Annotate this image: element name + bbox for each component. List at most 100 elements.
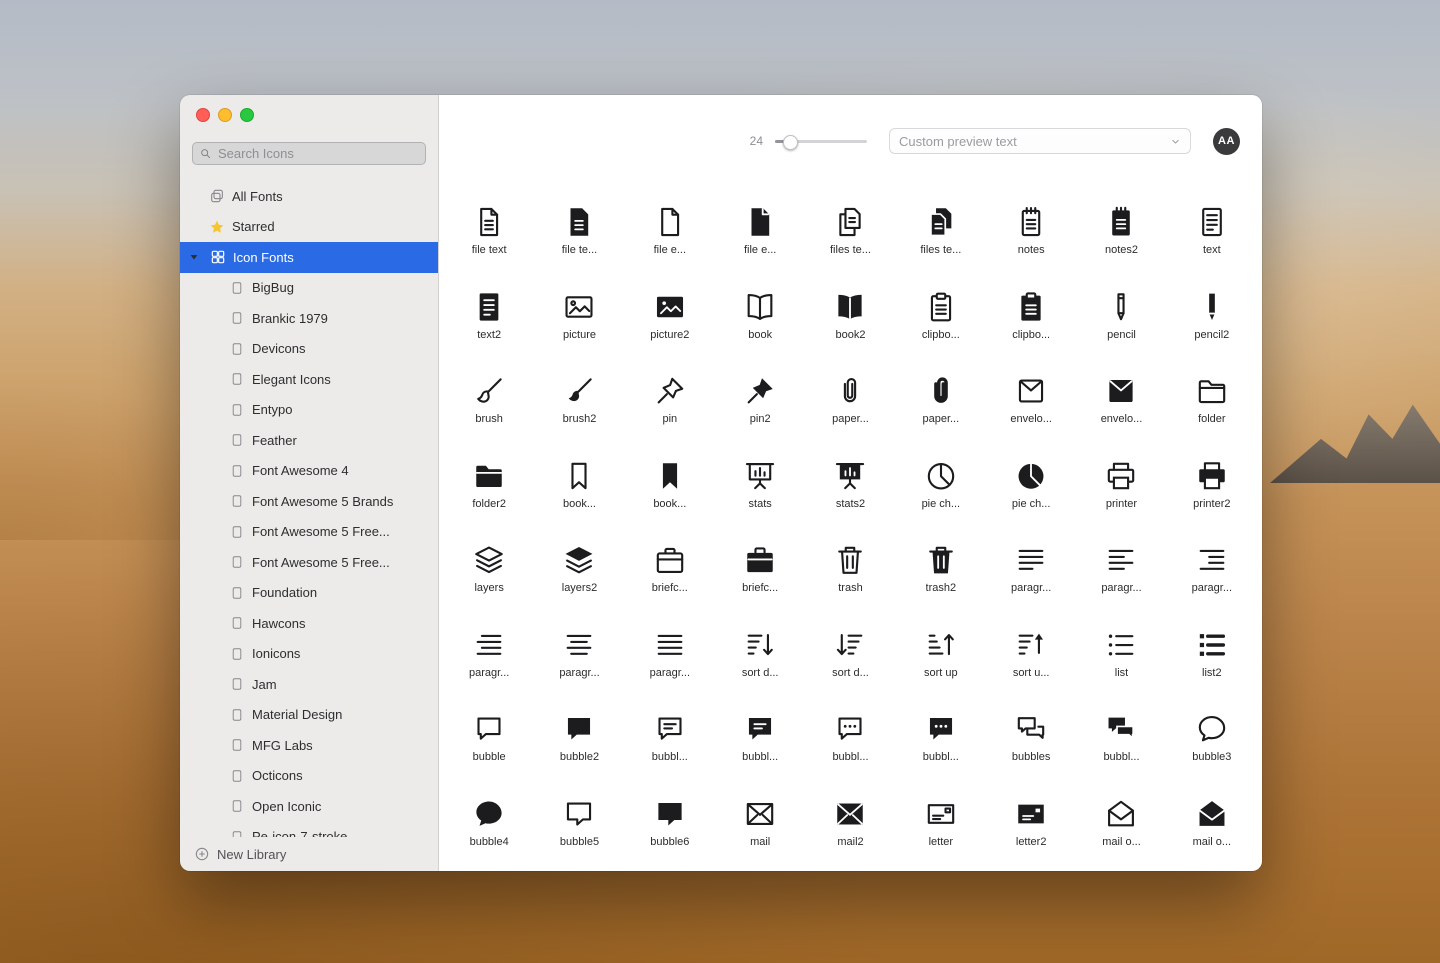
icon-cell-files-text-f[interactable]: files te... — [896, 195, 986, 280]
icon-cell-para-1[interactable]: paragr... — [986, 533, 1076, 618]
icon-cell-para-4[interactable]: paragr... — [444, 618, 534, 703]
minimize-window-button[interactable] — [218, 108, 232, 122]
preview-text-combo[interactable]: Custom preview text — [889, 128, 1191, 154]
search-input[interactable] — [216, 145, 419, 162]
new-library-button[interactable]: New Library — [180, 837, 438, 871]
icon-cell-para-2[interactable]: paragr... — [1076, 533, 1166, 618]
icon-cell-file[interactable]: file e... — [625, 195, 715, 280]
icon-cell-files-text[interactable]: files te... — [805, 195, 895, 280]
sidebar-font-item[interactable]: Octicons — [180, 761, 438, 792]
icon-cell-bubble-round-f[interactable]: bubble4 — [444, 787, 534, 872]
icon-cell-mail[interactable]: mail — [715, 787, 805, 872]
icon-cell-bubble-square[interactable]: bubble5 — [534, 787, 624, 872]
sidebar-font-item[interactable]: Open Iconic — [180, 791, 438, 822]
sidebar-item-all-fonts[interactable]: All Fonts — [180, 181, 438, 212]
text-case-button[interactable]: AA — [1213, 128, 1240, 155]
icon-cell-folder-f[interactable]: folder2 — [444, 449, 534, 534]
icon-cell-bubble-square-f[interactable]: bubble6 — [625, 787, 715, 872]
icon-cell-envelope[interactable]: envelo... — [986, 364, 1076, 449]
icon-cell-brush[interactable]: brush — [444, 364, 534, 449]
icon-cell-para-3[interactable]: paragr... — [1167, 533, 1257, 618]
icon-cell-notes-f[interactable]: notes2 — [1076, 195, 1166, 280]
icon-cell-bookmark-f[interactable]: book... — [625, 449, 715, 534]
icon-cell-bubble-round[interactable]: bubble3 — [1167, 702, 1257, 787]
sidebar-font-item[interactable]: MFG Labs — [180, 730, 438, 761]
disclosure-triangle-icon[interactable] — [189, 252, 202, 262]
icon-cell-bubble[interactable]: bubble — [444, 702, 534, 787]
icon-cell-picture-f[interactable]: picture2 — [625, 280, 715, 365]
icon-cell-bubbles-f[interactable]: bubbl... — [1076, 702, 1166, 787]
icon-cell-clipboard-f[interactable]: clipbo... — [986, 280, 1076, 365]
search-field[interactable] — [192, 142, 426, 165]
sidebar-item-starred[interactable]: Starred — [180, 212, 438, 243]
icon-cell-file-f[interactable]: file e... — [715, 195, 805, 280]
icon-cell-pencil-f[interactable]: pencil2 — [1167, 280, 1257, 365]
icon-cell-pin-f[interactable]: pin2 — [715, 364, 805, 449]
icon-cell-paperclip-f[interactable]: paper... — [896, 364, 986, 449]
icon-cell-folder[interactable]: folder — [1167, 364, 1257, 449]
icon-cell-bubble-dots[interactable]: bubbl... — [805, 702, 895, 787]
icon-cell-briefcase[interactable]: briefc... — [625, 533, 715, 618]
icon-cell-file-text-f[interactable]: file te... — [534, 195, 624, 280]
icon-cell-mail-open[interactable]: mail o... — [1076, 787, 1166, 872]
sidebar-item-icon-fonts[interactable]: Icon Fonts — [180, 242, 438, 273]
icon-cell-letter-f[interactable]: letter2 — [986, 787, 1076, 872]
icon-cell-layers[interactable]: layers — [444, 533, 534, 618]
sidebar-font-item[interactable]: Font Awesome 5 Brands — [180, 486, 438, 517]
sidebar-font-item[interactable]: Jam — [180, 669, 438, 700]
icon-cell-pie-f[interactable]: pie ch... — [986, 449, 1076, 534]
icon-size-slider[interactable] — [775, 133, 867, 149]
icon-cell-mail-open-f[interactable]: mail o... — [1167, 787, 1257, 872]
slider-thumb[interactable] — [783, 135, 798, 150]
sidebar-font-item[interactable]: Pe-icon-7-stroke — [180, 822, 438, 838]
icon-cell-sort-asc-2[interactable]: sort u... — [986, 618, 1076, 703]
icon-cell-trash-f[interactable]: trash2 — [896, 533, 986, 618]
sidebar-font-item[interactable]: Brankic 1979 — [180, 303, 438, 334]
sidebar-font-item[interactable]: Font Awesome 4 — [180, 456, 438, 487]
close-window-button[interactable] — [196, 108, 210, 122]
icon-cell-sort-desc-2[interactable]: sort d... — [805, 618, 895, 703]
icon-cell-notes[interactable]: notes — [986, 195, 1076, 280]
icon-cell-bubbles[interactable]: bubbles — [986, 702, 1076, 787]
icon-cell-book-f[interactable]: book2 — [805, 280, 895, 365]
icon-cell-bubble-lines[interactable]: bubbl... — [625, 702, 715, 787]
icon-cell-sort-desc[interactable]: sort d... — [715, 618, 805, 703]
icon-cell-paperclip[interactable]: paper... — [805, 364, 895, 449]
icon-cell-printer-f[interactable]: printer2 — [1167, 449, 1257, 534]
sidebar-font-item[interactable]: BigBug — [180, 273, 438, 304]
icon-cell-layers-f[interactable]: layers2 — [534, 533, 624, 618]
icon-cell-letter[interactable]: letter — [896, 787, 986, 872]
icon-cell-picture[interactable]: picture — [534, 280, 624, 365]
icon-cell-list-f[interactable]: list2 — [1167, 618, 1257, 703]
icon-cell-file-text[interactable]: file text — [444, 195, 534, 280]
icon-cell-text-doc[interactable]: text — [1167, 195, 1257, 280]
icon-cell-stats[interactable]: stats — [715, 449, 805, 534]
icon-cell-para-6[interactable]: paragr... — [625, 618, 715, 703]
icon-cell-clipboard[interactable]: clipbo... — [896, 280, 986, 365]
icon-cell-envelope-f[interactable]: envelo... — [1076, 364, 1166, 449]
sidebar-font-item[interactable]: Feather — [180, 425, 438, 456]
chevron-down-icon[interactable] — [1170, 136, 1181, 147]
icon-cell-bookmark[interactable]: book... — [534, 449, 624, 534]
icon-cell-trash[interactable]: trash — [805, 533, 895, 618]
icon-cell-sort-asc[interactable]: sort up — [896, 618, 986, 703]
icon-cell-bubble-dots-f[interactable]: bubbl... — [896, 702, 986, 787]
icon-cell-stats-f[interactable]: stats2 — [805, 449, 895, 534]
zoom-window-button[interactable] — [240, 108, 254, 122]
icon-cell-text-doc-f[interactable]: text2 — [444, 280, 534, 365]
sidebar-font-item[interactable]: Elegant Icons — [180, 364, 438, 395]
icon-cell-pin[interactable]: pin — [625, 364, 715, 449]
icon-cell-pencil[interactable]: pencil — [1076, 280, 1166, 365]
sidebar-font-item[interactable]: Ionicons — [180, 639, 438, 670]
icon-cell-list[interactable]: list — [1076, 618, 1166, 703]
icon-cell-book[interactable]: book — [715, 280, 805, 365]
icon-cell-brush-f[interactable]: brush2 — [534, 364, 624, 449]
icon-cell-bubble-f[interactable]: bubble2 — [534, 702, 624, 787]
sidebar-font-item[interactable]: Foundation — [180, 578, 438, 609]
sidebar-font-item[interactable]: Font Awesome 5 Free... — [180, 517, 438, 548]
sidebar-font-item[interactable]: Devicons — [180, 334, 438, 365]
sidebar-font-item[interactable]: Font Awesome 5 Free... — [180, 547, 438, 578]
icon-cell-briefcase-f[interactable]: briefc... — [715, 533, 805, 618]
sidebar-font-item[interactable]: Entypo — [180, 395, 438, 426]
icon-cell-bubble-lines-f[interactable]: bubbl... — [715, 702, 805, 787]
